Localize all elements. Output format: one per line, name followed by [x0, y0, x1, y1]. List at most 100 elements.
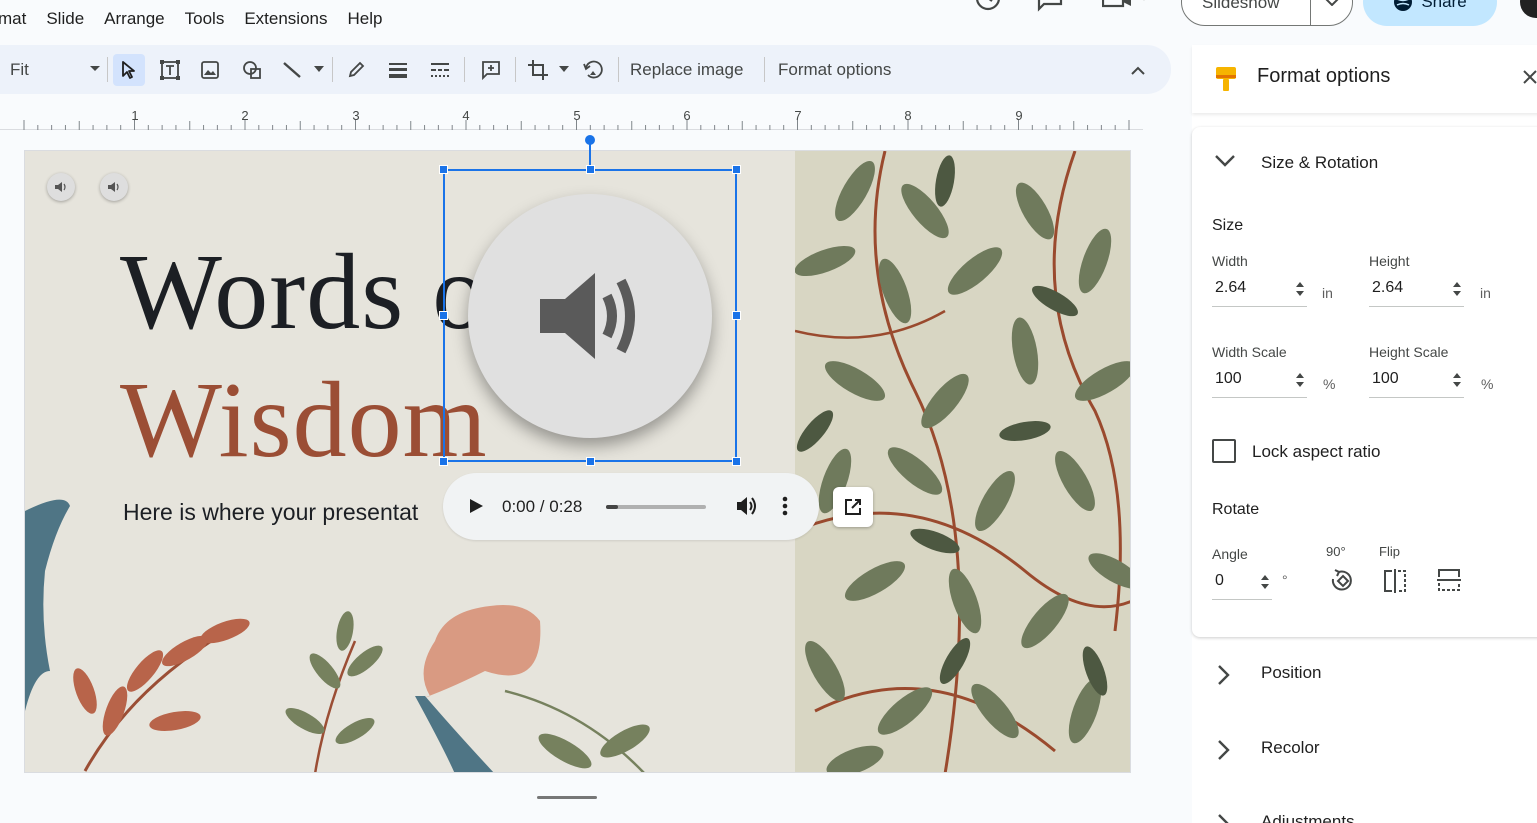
adjustments-section-header[interactable]: Adjustments: [1192, 803, 1537, 823]
meet-icon[interactable]: [1102, 0, 1150, 16]
border-color-button[interactable]: [340, 54, 372, 86]
slideshow-button[interactable]: Slideshow: [1182, 0, 1310, 27]
menu-help[interactable]: Help: [338, 0, 393, 39]
spinner-arrows-icon[interactable]: [1260, 573, 1270, 591]
shapes-icon: [243, 61, 261, 79]
audio-progress-track[interactable]: [606, 505, 706, 509]
width-scale-input[interactable]: 100: [1212, 366, 1307, 398]
menu-tools[interactable]: Tools: [175, 0, 235, 39]
collapse-toolbar-button[interactable]: [1125, 57, 1151, 83]
height-input[interactable]: 2.64: [1369, 275, 1464, 307]
textbox-tool-button[interactable]: [154, 54, 186, 86]
crop-image-button[interactable]: [522, 54, 554, 86]
menu-arrange[interactable]: Arrange: [94, 0, 174, 39]
caret-down-icon: [90, 66, 100, 71]
share-label: Share: [1421, 0, 1467, 11]
width-scale-value: 100: [1215, 370, 1242, 387]
pencil-icon: [348, 61, 365, 78]
shape-tool-button[interactable]: [236, 54, 268, 86]
speaker-icon: [108, 182, 119, 192]
spinner-arrows-icon[interactable]: [1295, 371, 1305, 389]
slide-subtitle[interactable]: Here is where your presentat: [123, 499, 418, 526]
globe-icon: [1394, 0, 1413, 11]
resize-handle[interactable]: [732, 457, 741, 466]
resize-handle[interactable]: [439, 311, 448, 320]
menu-extensions[interactable]: Extensions: [234, 0, 337, 39]
line-icon: [283, 62, 301, 78]
line-tool-button[interactable]: [276, 54, 308, 86]
leaf-pattern-image[interactable]: [794, 151, 1130, 772]
size-rotation-title: Size & Rotation: [1261, 153, 1379, 172]
width-input[interactable]: 2.64: [1212, 275, 1307, 307]
replace-image-button[interactable]: Replace image: [630, 45, 743, 94]
insert-comment-button[interactable]: [475, 54, 507, 86]
size-rotation-header[interactable]: Size & Rotation: [1192, 144, 1537, 184]
audio-icon-small[interactable]: [100, 173, 128, 201]
ruler-number: 5: [573, 108, 581, 123]
toolbar-divider: [107, 57, 108, 82]
resize-handle[interactable]: [439, 457, 448, 466]
spinner-arrows-icon[interactable]: [1452, 371, 1462, 389]
resize-handle[interactable]: [732, 165, 741, 174]
volume-icon[interactable]: [735, 495, 759, 517]
speaker-notes-resize-handle[interactable]: [537, 796, 597, 799]
reset-image-button[interactable]: [577, 54, 609, 86]
slide-canvas[interactable]: Words o Wisdom Here is where your presen…: [24, 150, 1131, 773]
cursor-icon: [122, 61, 135, 79]
rotate-90-icon[interactable]: [1327, 567, 1355, 595]
border-dash-button[interactable]: [424, 54, 456, 86]
zoom-select[interactable]: Fit: [10, 45, 100, 94]
spinner-arrows-icon[interactable]: [1452, 280, 1462, 298]
chevron-down-icon: [1325, 0, 1338, 6]
insert-image-button[interactable]: [194, 54, 226, 86]
angle-input[interactable]: 0: [1212, 568, 1272, 600]
menu-format[interactable]: mat: [0, 0, 36, 39]
horizontal-ruler[interactable]: 1 2 3 4 5 6 7 8 9: [0, 100, 1143, 130]
position-title: Position: [1261, 663, 1322, 682]
position-section-header[interactable]: Position: [1192, 654, 1537, 694]
flip-vertical-icon[interactable]: [1435, 567, 1463, 593]
spinner-arrows-icon[interactable]: [1295, 280, 1305, 298]
toolbar: Fit Replace image Format options: [0, 45, 1171, 94]
flip-horizontal-icon[interactable]: [1382, 567, 1408, 595]
history-icon[interactable]: [974, 0, 1002, 16]
chevron-right-icon: [1218, 740, 1230, 760]
open-link-button[interactable]: [833, 487, 873, 527]
resize-handle[interactable]: [732, 311, 741, 320]
rotation-handle[interactable]: [585, 135, 595, 145]
menu-slide[interactable]: Slide: [36, 0, 94, 39]
avatar[interactable]: [1520, 0, 1537, 18]
border-weight-icon: [389, 63, 407, 78]
lock-aspect-checkbox[interactable]: [1212, 439, 1236, 463]
slide-title-line2[interactable]: Wisdom: [120, 359, 488, 483]
caret-down-icon[interactable]: [314, 66, 324, 73]
close-icon[interactable]: [1522, 69, 1537, 85]
rotate-label: Rotate: [1212, 501, 1260, 518]
more-vert-icon[interactable]: [781, 495, 789, 517]
border-weight-button[interactable]: [382, 54, 414, 86]
ruler-number: 1: [131, 108, 139, 123]
slideshow-dropdown-button[interactable]: [1311, 0, 1352, 6]
resize-handle[interactable]: [439, 165, 448, 174]
angle-unit: °: [1282, 572, 1288, 588]
leaf-pattern-illustration: [794, 151, 1130, 772]
height-scale-input[interactable]: 100: [1369, 366, 1464, 398]
lock-aspect-label[interactable]: Lock aspect ratio: [1252, 442, 1381, 462]
play-icon[interactable]: [467, 496, 485, 516]
audio-icon-selected[interactable]: [468, 194, 712, 438]
select-tool-button[interactable]: [113, 54, 145, 86]
recolor-section-header[interactable]: Recolor: [1192, 729, 1537, 769]
share-button[interactable]: Share: [1363, 0, 1497, 26]
resize-handle[interactable]: [586, 165, 595, 174]
width-unit: in: [1322, 285, 1333, 301]
slide-title-line1[interactable]: Words o: [120, 231, 487, 355]
image-icon: [201, 61, 219, 79]
comment-icon[interactable]: [1036, 0, 1064, 16]
format-options-panel: Format options Size & Rotation Size Widt…: [1192, 45, 1537, 823]
height-scale-label: Height Scale: [1369, 344, 1449, 360]
audio-icon-small[interactable]: [47, 173, 75, 201]
format-options-button[interactable]: Format options: [778, 45, 891, 94]
resize-handle[interactable]: [586, 457, 595, 466]
ruler-ticks: [23, 120, 1130, 130]
caret-down-icon[interactable]: [559, 66, 569, 73]
